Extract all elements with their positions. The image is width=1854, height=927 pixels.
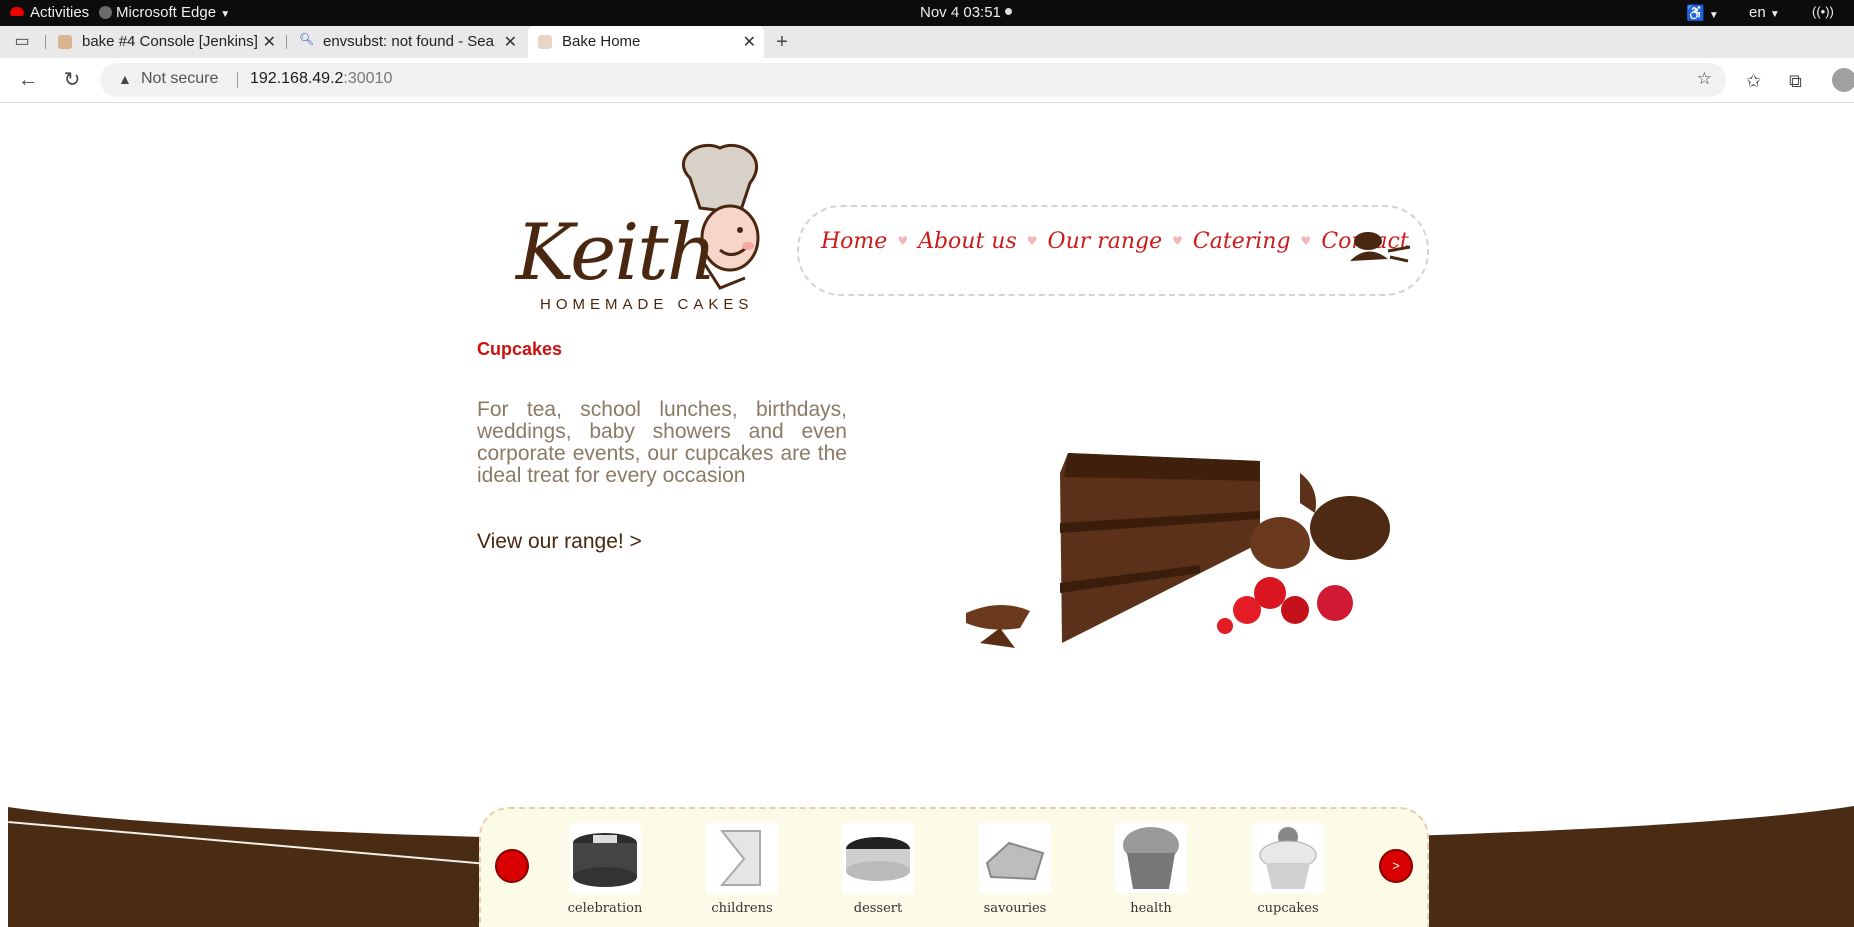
- web-page: Keith HOMEMADE CAKES Home ♥ About us ♥ Our r…: [0, 103, 1854, 927]
- nav-catering[interactable]: Catering: [1193, 229, 1291, 254]
- bake-icon: [538, 35, 552, 49]
- heart-icon: ♥: [1300, 234, 1312, 248]
- site-logo[interactable]: Keith HOMEMADE CAKES: [510, 138, 770, 338]
- jenkins-icon: [58, 35, 72, 49]
- muffin-icon: [1115, 823, 1187, 893]
- celebration-cake-icon: [569, 823, 641, 893]
- tab-bake-home[interactable]: Bake Home ✕: [528, 26, 764, 58]
- notification-dot-icon: [1004, 8, 1012, 15]
- divider: [237, 72, 238, 88]
- close-icon[interactable]: ✕: [743, 32, 756, 52]
- tab-strip: ▭ bake #4 Console [Jenkins] ✕ 🔍︎ envsubs…: [0, 26, 1854, 58]
- cupcake-icon: [1252, 823, 1324, 893]
- main-nav: Home♥About us♥Our range♥Catering♥Contact: [797, 205, 1429, 296]
- savouries-icon: [979, 823, 1051, 893]
- carousel-prev-button[interactable]: [495, 849, 529, 883]
- carousel-item-dessert[interactable]: dessert: [838, 823, 918, 916]
- carousel-item-savouries[interactable]: savouries: [975, 823, 1055, 916]
- section-heading: Cupcakes: [477, 339, 563, 359]
- close-icon[interactable]: ✕: [263, 32, 276, 52]
- carousel-item-celebration[interactable]: celebration: [565, 823, 645, 916]
- collections-icon[interactable]: ⧉: [1789, 71, 1802, 92]
- tab-separator: [286, 35, 287, 49]
- carousel-item-childrens[interactable]: childrens: [702, 823, 782, 916]
- nav-about-us[interactable]: About us: [918, 229, 1017, 254]
- search-icon: 🔍︎: [299, 32, 315, 46]
- carousel-next-button[interactable]: >: [1379, 849, 1413, 883]
- accessibility-icon: ♿: [1686, 5, 1705, 22]
- tab-search[interactable]: 🔍︎ envsubst: not found - Sear ✕: [289, 26, 525, 58]
- back-button[interactable]: ←: [14, 66, 42, 94]
- navigation-bar: ← ↻ ▲ Not secure 192.168.49.2:30010 ☆ ✩ …: [0, 58, 1854, 103]
- chocolate-cake-icon: [966, 453, 1390, 648]
- redhat-icon: [10, 7, 24, 16]
- address-bar[interactable]: ▲ Not secure 192.168.49.2:30010 ☆: [100, 63, 1726, 97]
- childrens-cake-icon: [706, 823, 778, 893]
- tab-actions-icon[interactable]: ▭: [8, 28, 36, 56]
- profile-avatar[interactable]: [1832, 68, 1854, 92]
- activities-button[interactable]: Activities: [10, 4, 89, 21]
- close-icon[interactable]: ✕: [504, 32, 517, 52]
- url-text[interactable]: 192.168.49.2:30010: [250, 70, 392, 88]
- app-menu[interactable]: Microsoft Edge ▼: [99, 4, 230, 21]
- product-carousel: > celebration childrens dessert savourie…: [479, 807, 1429, 927]
- tab-jenkins[interactable]: bake #4 Console [Jenkins] ✕: [48, 26, 284, 58]
- chevron-down-icon: ▼: [1769, 9, 1780, 20]
- section-description: For tea, school lunches, birthdays, wedd…: [477, 398, 847, 487]
- add-favorite-icon[interactable]: ☆: [1697, 69, 1712, 89]
- carousel-item-health[interactable]: health: [1111, 823, 1191, 916]
- clock[interactable]: Nov 4 03:51: [920, 4, 1012, 21]
- heart-icon: ♥: [1026, 234, 1038, 248]
- view-range-link[interactable]: View our range! >: [477, 530, 642, 554]
- dessert-cake-icon: [842, 823, 914, 893]
- reload-button[interactable]: ↻: [58, 66, 86, 94]
- chevron-down-icon: ▼: [1708, 10, 1719, 21]
- cake-image: [960, 433, 1430, 668]
- heart-icon: ♥: [1172, 234, 1183, 248]
- heart-icon: ♥: [897, 234, 909, 248]
- nav-home[interactable]: Home: [821, 229, 887, 254]
- wifi-icon[interactable]: ((•)): [1812, 4, 1834, 19]
- edge-icon: [99, 6, 112, 19]
- system-top-bar: Activities Microsoft Edge ▼ Nov 4 03:51 …: [0, 0, 1854, 26]
- carousel-item-cupcakes[interactable]: cupcakes: [1248, 823, 1328, 916]
- favorites-icon[interactable]: ✩: [1746, 71, 1761, 92]
- chevron-down-icon: ▼: [220, 9, 231, 20]
- accessibility-menu[interactable]: ♿ ▼: [1686, 4, 1719, 22]
- language-menu[interactable]: en ▼: [1749, 4, 1780, 21]
- tab-separator: [45, 35, 46, 49]
- warning-icon[interactable]: ▲: [118, 71, 132, 87]
- new-tab-button[interactable]: +: [768, 28, 796, 56]
- nav-our-range[interactable]: Our range: [1048, 229, 1163, 254]
- chef-silhouette-icon: [1350, 232, 1411, 263]
